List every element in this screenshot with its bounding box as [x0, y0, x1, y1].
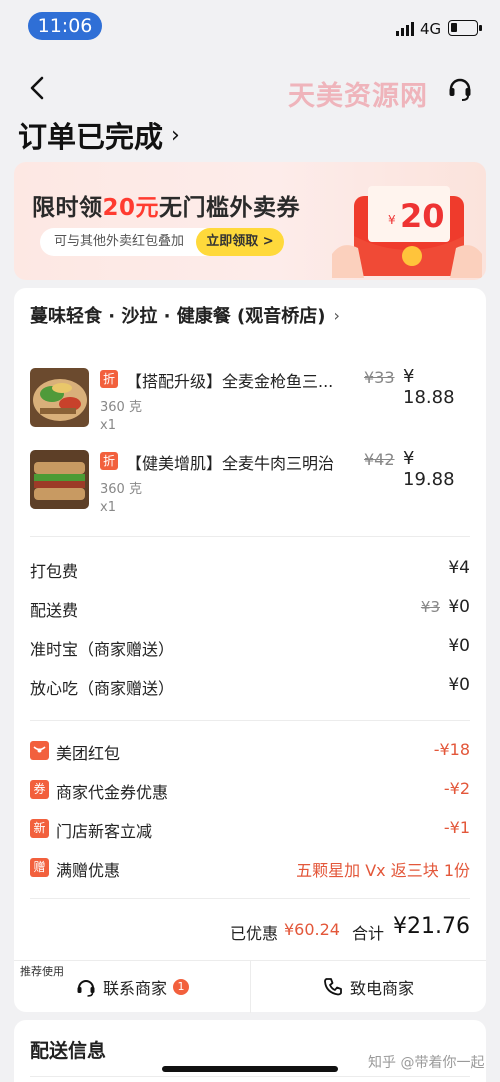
voucher-icon: 券	[30, 780, 49, 799]
status-time: 11:06	[28, 12, 102, 40]
fee-label: 放心吃（商家赠送）	[30, 679, 175, 698]
divider	[30, 898, 470, 899]
banner-title-amount: 20元	[102, 195, 160, 221]
fee-row-food-safety: 放心吃（商家赠送） ¥0	[30, 675, 470, 699]
fee-row-ontime-guarantee: 准时宝（商家赠送） ¥0	[30, 636, 470, 660]
status-bar: 11:06 4G	[0, 0, 500, 50]
watermark: 天美资源网	[288, 81, 428, 112]
item-quantity: x1	[100, 500, 116, 515]
chevron-left-icon	[30, 76, 44, 100]
promo-label: 美团红包	[56, 744, 121, 763]
delivery-title: 配送信息	[30, 1040, 107, 1062]
item-name: 【健美增肌】全麦牛肉三明治	[126, 454, 335, 473]
fee-label: 配送费	[30, 601, 79, 620]
network-type: 4G	[420, 20, 442, 38]
divider	[30, 720, 470, 721]
new-customer-icon: 新	[30, 819, 49, 838]
item-name: 【搭配升级】全麦金枪鱼三...	[126, 372, 334, 391]
item-quantity: x1	[100, 418, 116, 433]
promo-value: -¥2	[443, 779, 470, 798]
order-status-title[interactable]: 订单已完成 ›	[18, 114, 180, 156]
envelope-amount: 20	[400, 197, 445, 235]
total-amount: ¥21.76	[393, 914, 470, 939]
divider	[30, 536, 470, 537]
discount-tag: 折	[100, 370, 118, 388]
shop-name: 蔓味轻食 · 沙拉 · 健康餐 (观音桥店)	[30, 306, 326, 327]
fee-label: 准时宝（商家赠送）	[30, 640, 175, 659]
item-thumbnail	[30, 450, 89, 509]
red-packet-icon	[30, 741, 49, 760]
red-envelope-icon: ¥ 20	[332, 186, 482, 278]
order-card: 蔓味轻食 · 沙拉 · 健康餐 (观音桥店) › 折 【搭配升级】全麦金枪鱼三.…	[14, 288, 486, 1013]
unread-badge: 1	[173, 979, 189, 995]
headset-icon	[449, 78, 471, 101]
battery-icon	[448, 20, 482, 36]
promo-label: 商家代金券优惠	[56, 783, 169, 802]
signal-icon	[396, 22, 416, 36]
item-thumbnail	[30, 368, 89, 427]
page-title: 订单已完成	[18, 120, 164, 154]
item-price: ¥ 18.88	[403, 366, 455, 408]
shop-link[interactable]: 蔓味轻食 · 沙拉 · 健康餐 (观音桥店) ›	[30, 302, 340, 328]
headset-icon	[77, 980, 95, 997]
item-spec: 360 克	[100, 482, 142, 497]
item-original-price: ¥42	[364, 450, 395, 469]
item-original-price: ¥33	[364, 368, 395, 387]
contact-merchant-label: 联系商家	[102, 979, 167, 998]
promo-label: 门店新客立减	[56, 822, 153, 841]
contact-merchant-button[interactable]: 联系商家 1	[14, 961, 250, 1013]
promo-row-gift: 赠 满赠优惠 五颗星加 Vx 返三块 1份	[30, 857, 470, 881]
delivery-card: 配送信息	[14, 1020, 486, 1082]
fee-row-delivery: 配送费 ¥3 ¥0	[30, 597, 470, 621]
order-item[interactable]: 折 【搭配升级】全麦金枪鱼三... ¥33 ¥ 18.88 360 克 x1	[30, 366, 470, 438]
action-bar: 推荐使用 联系商家 1 致电商家	[14, 960, 486, 1013]
customer-service-button[interactable]	[446, 74, 474, 102]
promo-row-new-customer: 新 门店新客立减 -¥1	[30, 818, 470, 842]
fee-value: ¥0	[448, 675, 470, 695]
fee-label: 打包费	[30, 562, 79, 581]
promo-value: -¥1	[443, 818, 470, 837]
fee-row-packaging: 打包费 ¥4	[30, 558, 470, 582]
banner-title-suffix: 无门槛外卖券	[159, 195, 301, 221]
home-indicator[interactable]	[162, 1066, 338, 1072]
banner-title-prefix: 限时领	[32, 195, 103, 221]
saved-amount: ¥60.24	[284, 920, 340, 939]
fee-original-value: ¥3	[420, 598, 440, 616]
saved-label: 已优惠	[230, 924, 279, 943]
fee-value: ¥0	[448, 597, 470, 617]
phone-icon	[324, 978, 342, 996]
divider	[30, 1076, 470, 1077]
call-merchant-label: 致电商家	[349, 979, 414, 998]
order-item[interactable]: 折 【健美增肌】全麦牛肉三明治 ¥42 ¥ 19.88 360 克 x1	[30, 448, 470, 520]
envelope-currency: ¥	[388, 213, 396, 227]
promo-value: 五颗星加 Vx 返三块 1份	[296, 861, 470, 880]
chevron-right-icon: ›	[171, 122, 180, 148]
back-button[interactable]	[24, 72, 52, 104]
discount-tag: 折	[100, 452, 118, 470]
chevron-right-icon: ›	[333, 305, 340, 325]
item-price: ¥ 19.88	[403, 448, 455, 490]
fee-value: ¥4	[448, 558, 470, 578]
gift-icon: 赠	[30, 858, 49, 877]
order-total: 已优惠 ¥60.24 合计 ¥21.76	[30, 914, 470, 946]
total-label: 合计	[352, 924, 385, 943]
promo-row-voucher: 券 商家代金券优惠 -¥2	[30, 779, 470, 803]
promo-label: 满赠优惠	[56, 861, 121, 880]
coupon-banner[interactable]: 限时领20元无门槛外卖券 可与其他外卖红包叠加 立即领取 > ¥ 20	[14, 162, 486, 280]
fee-value: ¥0	[448, 636, 470, 656]
promo-value: -¥18	[433, 740, 470, 759]
promo-row-red-packet: 美团红包 -¥18	[30, 740, 470, 764]
watermark: 知乎 @带着你一起	[368, 1055, 485, 1071]
claim-coupon-button[interactable]: 立即领取 >	[196, 228, 284, 256]
call-merchant-button[interactable]: 致电商家	[250, 961, 486, 1013]
banner-title: 限时领20元无门槛外卖券	[32, 188, 300, 222]
item-spec: 360 克	[100, 400, 142, 415]
